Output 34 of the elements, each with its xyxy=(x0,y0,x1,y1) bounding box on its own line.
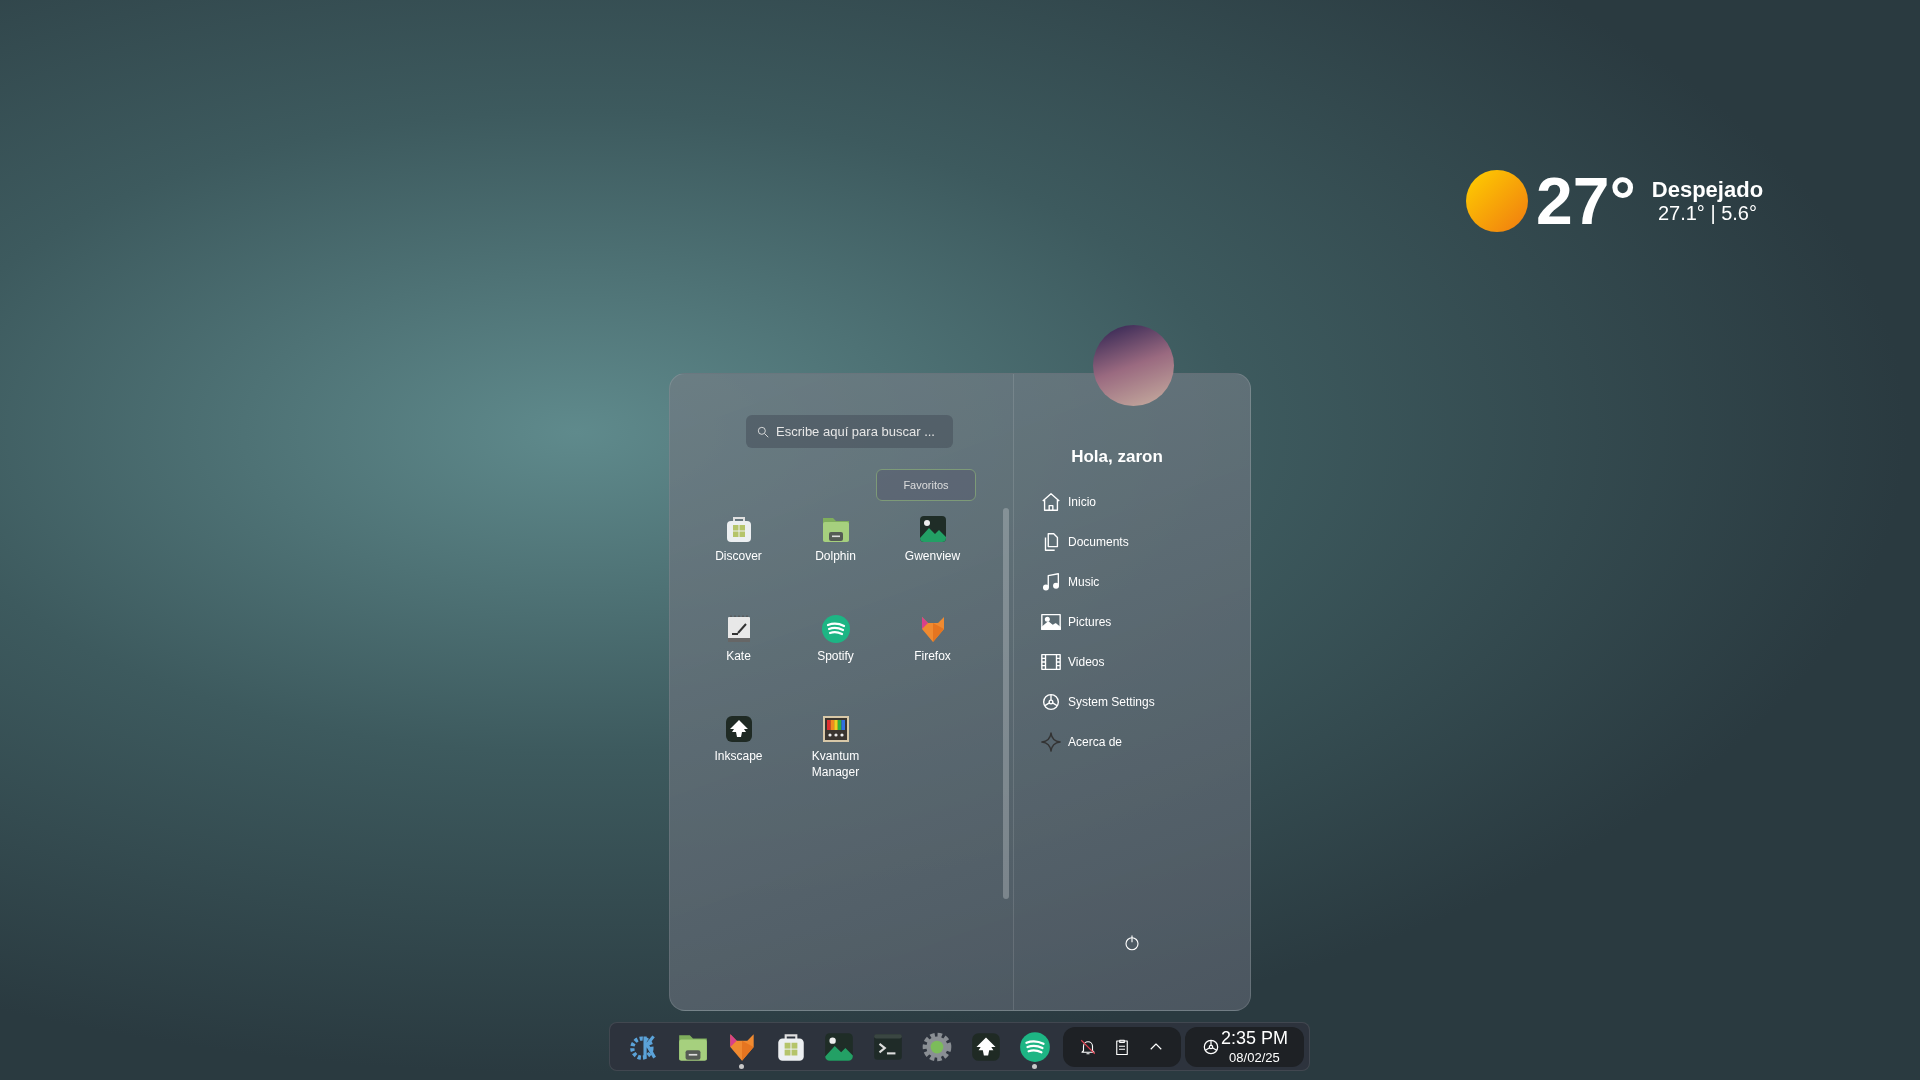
home-icon xyxy=(1040,490,1062,513)
place-link[interactable]: Acerca de xyxy=(1040,721,1250,762)
clock-date[interactable]: 08/02/25 xyxy=(1229,1051,1280,1064)
app-launcher-item[interactable]: Kvantum Manager xyxy=(787,709,884,809)
app-launcher-item[interactable]: Kate xyxy=(690,609,787,709)
category-tab[interactable]: Favoritos xyxy=(876,469,976,501)
place-link[interactable]: Inicio xyxy=(1040,481,1250,522)
running-indicator-dot xyxy=(1032,1064,1037,1069)
sound-waves-icon xyxy=(819,613,852,645)
sound-waves-icon xyxy=(1017,1029,1052,1064)
app-launcher-item[interactable]: Spotify xyxy=(787,609,884,709)
search-field[interactable]: Escribe aquí para buscar ... xyxy=(746,415,953,448)
temperature-range: 27.1° | 5.6° xyxy=(1657,202,1757,225)
running-indicator-dot xyxy=(739,1064,745,1069)
scrollbar[interactable] xyxy=(1003,508,1009,899)
place-link[interactable]: Music xyxy=(1040,561,1250,602)
clock-time[interactable]: 2:35 PM xyxy=(1220,1029,1288,1047)
search-icon xyxy=(756,425,770,439)
place-link[interactable]: Documents xyxy=(1040,521,1250,562)
app-launcher-item[interactable]: Firefox xyxy=(884,609,981,709)
place-link[interactable]: Pictures xyxy=(1040,601,1250,642)
music-note-icon xyxy=(1040,570,1062,593)
app-launcher-item[interactable]: Dolphin xyxy=(787,509,884,609)
app-launcher-item[interactable]: Inkscape xyxy=(690,709,787,809)
bell-off-icon[interactable] xyxy=(1078,1037,1097,1056)
greeting: Hola, zaron xyxy=(1070,446,1164,468)
app-launcher-item[interactable]: Gwenview xyxy=(884,509,981,609)
place-link[interactable]: Videos xyxy=(1040,641,1250,682)
sparkle-icon xyxy=(1040,730,1062,753)
power-icon[interactable] xyxy=(1123,934,1141,952)
app-launcher-item[interactable]: Discover xyxy=(690,509,787,609)
weather-condition: Despejado xyxy=(1651,177,1764,203)
place-link[interactable]: System Settings xyxy=(1040,681,1250,722)
temperature: 27° xyxy=(1536,168,1636,234)
